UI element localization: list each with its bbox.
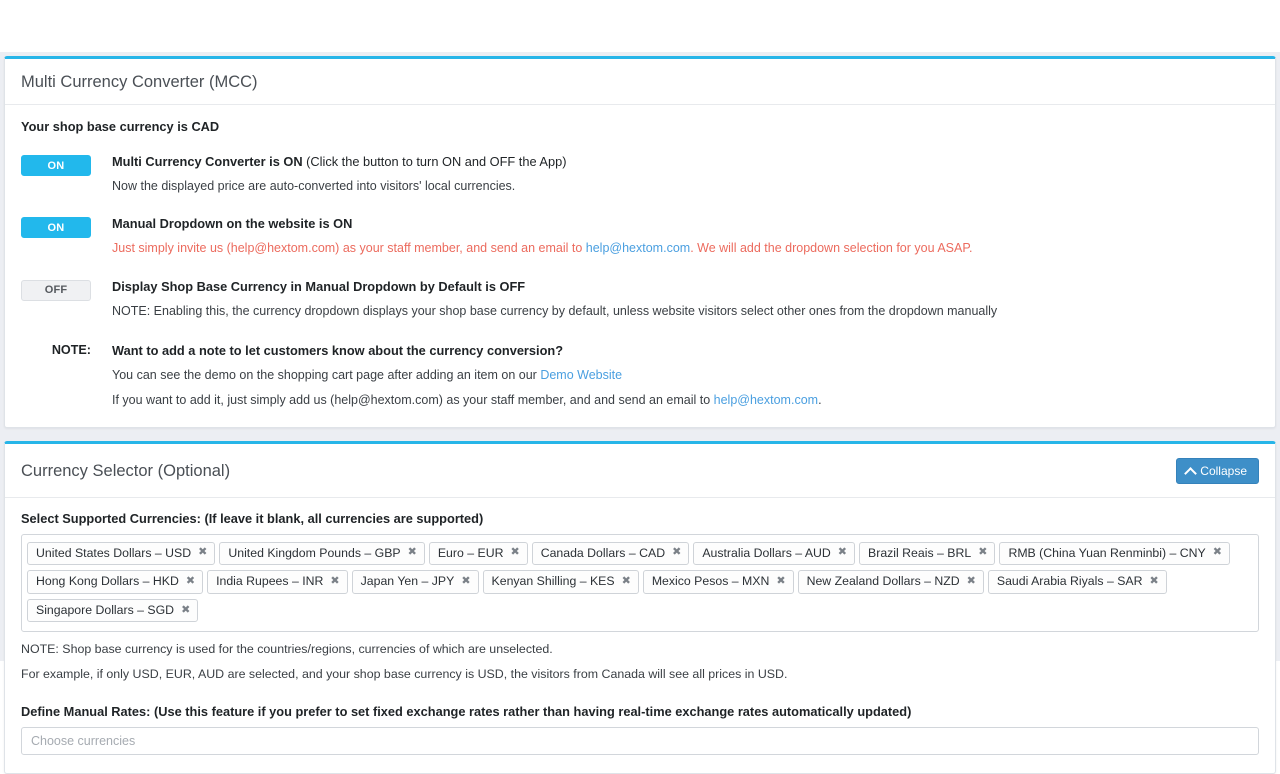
chevron-up-icon	[1186, 466, 1195, 475]
setting-title-display-base-currency: Display Shop Base Currency in Manual Dro…	[112, 278, 526, 294]
currency-selector-card: Currency Selector (Optional) Collapse Se…	[4, 440, 1276, 774]
currency-tag-label: United States Dollars – USD	[36, 545, 192, 560]
currency-tag[interactable]: Brazil Reais – BRL ✖	[859, 541, 996, 566]
currency-tag[interactable]: Singapore Dollars – SGD ✖	[27, 598, 199, 623]
currency-tag-label: Canada Dollars – CAD	[540, 545, 666, 560]
currency-selector-header: Currency Selector (Optional) Collapse	[5, 444, 1275, 498]
mcc-card-body: Your shop base currency is CAD ON Multi …	[5, 105, 1275, 426]
remove-currency-icon[interactable]: ✖	[978, 547, 987, 558]
mcc-card: Multi Currency Converter (MCC) Your shop…	[4, 56, 1276, 428]
currency-tag-label: Kenyan Shilling – KES	[491, 574, 615, 589]
note-texts: Want to add a note to let customers know…	[112, 343, 1259, 409]
remove-currency-icon[interactable]: ✖	[510, 547, 519, 558]
currency-tag-label: India Rupees – INR	[216, 574, 324, 589]
currency-tag-label: Brazil Reais – BRL	[868, 545, 972, 560]
remove-currency-icon[interactable]: ✖	[181, 604, 190, 616]
mcc-card-header: Multi Currency Converter (MCC)	[5, 59, 1275, 106]
currency-selector-title: Currency Selector (Optional)	[21, 461, 231, 480]
remove-currency-icon[interactable]: ✖	[622, 575, 631, 587]
supported-currencies-box[interactable]: United States Dollars – USD ✖ United Kingd…	[21, 533, 1259, 633]
remove-currency-icon[interactable]: ✖	[330, 575, 339, 587]
support-email-link-2[interactable]: help@hextom.com	[714, 393, 818, 407]
setting-texts: Manual Dropdown on the website is ON Jus…	[112, 216, 1259, 256]
supported-currencies-label: Select Supported Currencies: (If leave i…	[21, 510, 484, 526]
note-email-line: If you want to add it, just simply add u…	[112, 392, 1259, 409]
selector-note-line-1: NOTE: Shop base currency is used for the…	[21, 642, 553, 657]
currency-tag-label: Mexico Pesos – MXN	[651, 574, 770, 589]
base-currency-text: Your shop base currency is CAD	[21, 119, 220, 135]
choose-currencies-input[interactable]	[21, 727, 1259, 756]
setting-title-bold: Multi Currency Converter is ON	[112, 154, 303, 170]
selector-note-line-2: For example, if only USD, EUR, AUD are s…	[21, 667, 788, 682]
support-email-link[interactable]: help@hextom.com	[586, 241, 690, 255]
toggle-mcc-enabled[interactable]: ON	[21, 155, 91, 177]
note-demo-line: You can see the demo on the shopping car…	[112, 367, 1259, 384]
currency-tag-label: Saudi Arabia Riyals – SAR	[996, 574, 1143, 589]
remove-currency-icon[interactable]: ✖	[1149, 575, 1158, 587]
setting-title-mcc-enabled: Multi Currency Converter is ON (Click th…	[112, 154, 1259, 170]
currency-tag-label: Australia Dollars – AUD	[702, 545, 831, 560]
demo-website-link[interactable]: Demo Website	[540, 368, 622, 382]
currency-tag[interactable]: Japan Yen – JPY ✖	[351, 570, 479, 594]
remove-currency-icon[interactable]: ✖	[461, 575, 470, 587]
sub-text-pre: Just simply invite us (help@hextom.com) …	[112, 241, 586, 256]
currency-tag[interactable]: United States Dollars – USD ✖	[27, 541, 216, 566]
remove-currency-icon[interactable]: ✖	[408, 547, 417, 558]
currency-tag-label: United Kingdom Pounds – GBP	[228, 545, 401, 560]
setting-row-display-base-currency: OFF Display Shop Base Currency in Manual…	[21, 279, 1259, 319]
currency-tag-label: Euro – EUR	[437, 545, 504, 560]
remove-currency-icon[interactable]: ✖	[967, 575, 976, 587]
currency-tag[interactable]: Australia Dollars – AUD ✖	[693, 541, 856, 566]
manual-rates-label: Define Manual Rates: (Use this feature i…	[21, 704, 912, 720]
toggle-manual-dropdown[interactable]: ON	[21, 217, 91, 239]
note-label: NOTE:	[51, 342, 91, 357]
note-email-pre: If you want to add it, just simply add u…	[112, 392, 714, 407]
setting-sub-manual-dropdown: Just simply invite us (help@hextom.com) …	[112, 240, 1259, 256]
note-email-post: .	[818, 392, 822, 407]
collapse-button[interactable]: Collapse	[1176, 457, 1259, 484]
currency-tag-label: Singapore Dollars – SGD	[36, 602, 175, 617]
remove-currency-icon[interactable]: ✖	[776, 575, 785, 587]
currency-tag[interactable]: RMB (China Yuan Renminbi) – CNY ✖	[999, 541, 1230, 566]
setting-row-mcc-enabled: ON Multi Currency Converter is ON (Click…	[21, 154, 1259, 194]
currency-tag[interactable]: Mexico Pesos – MXN ✖	[642, 570, 794, 594]
remove-currency-icon[interactable]: ✖	[1213, 547, 1222, 558]
currency-tag[interactable]: Euro – EUR ✖	[428, 541, 528, 566]
note-block: NOTE: Want to add a note to let customer…	[21, 343, 1259, 409]
note-title: Want to add a note to let customers know…	[112, 342, 564, 358]
currency-tag[interactable]: India Rupees – INR ✖	[207, 570, 348, 594]
settings-page: Multi Currency Converter (MCC) Your shop…	[0, 52, 1280, 774]
currency-tag[interactable]: Canada Dollars – CAD ✖	[531, 541, 690, 566]
currency-tag-label: Japan Yen – JPY	[360, 574, 455, 589]
currency-tag[interactable]: New Zealand Dollars – NZD ✖	[797, 570, 984, 594]
setting-row-manual-dropdown: ON Manual Dropdown on the website is ON …	[21, 216, 1259, 256]
setting-title-normal: (Click the button to turn ON and OFF the…	[302, 154, 567, 170]
remove-currency-icon[interactable]: ✖	[838, 547, 847, 558]
currency-tag[interactable]: Kenyan Shilling – KES ✖	[482, 570, 639, 594]
toggle-display-base-currency[interactable]: OFF	[21, 279, 91, 301]
currency-tag-list: United States Dollars – USD ✖ United Kingd…	[27, 540, 1253, 626]
sub-text-post: . We will add the dropdown selection for…	[690, 241, 973, 256]
currency-tag[interactable]: Hong Kong Dollars – HKD ✖	[27, 570, 204, 594]
mcc-card-title: Multi Currency Converter (MCC)	[21, 73, 258, 91]
setting-sub-display-base-currency: NOTE: Enabling this, the currency dropdo…	[112, 303, 998, 318]
setting-texts: Display Shop Base Currency in Manual Dro…	[112, 279, 1259, 319]
currency-tag-label: RMB (China Yuan Renminbi) – CNY	[1008, 545, 1206, 560]
setting-texts: Multi Currency Converter is ON (Click th…	[112, 154, 1259, 194]
currency-tag[interactable]: Saudi Arabia Riyals – SAR ✖	[987, 570, 1167, 594]
currency-selector-body: Select Supported Currencies: (If leave i…	[5, 498, 1275, 774]
note-demo-pre: You can see the demo on the shopping car…	[112, 367, 541, 382]
currency-tag-label: New Zealand Dollars – NZD	[806, 574, 960, 589]
remove-currency-icon[interactable]: ✖	[186, 575, 195, 587]
setting-title-manual-dropdown: Manual Dropdown on the website is ON	[112, 216, 353, 232]
remove-currency-icon[interactable]: ✖	[672, 547, 681, 558]
setting-sub-mcc-enabled: Now the displayed price are auto-convert…	[112, 179, 516, 194]
currency-tag[interactable]: United Kingdom Pounds – GBP ✖	[219, 541, 425, 566]
currency-tag-label: Hong Kong Dollars – HKD	[36, 574, 179, 589]
collapse-button-label: Collapse	[1200, 463, 1247, 478]
remove-currency-icon[interactable]: ✖	[198, 547, 207, 558]
